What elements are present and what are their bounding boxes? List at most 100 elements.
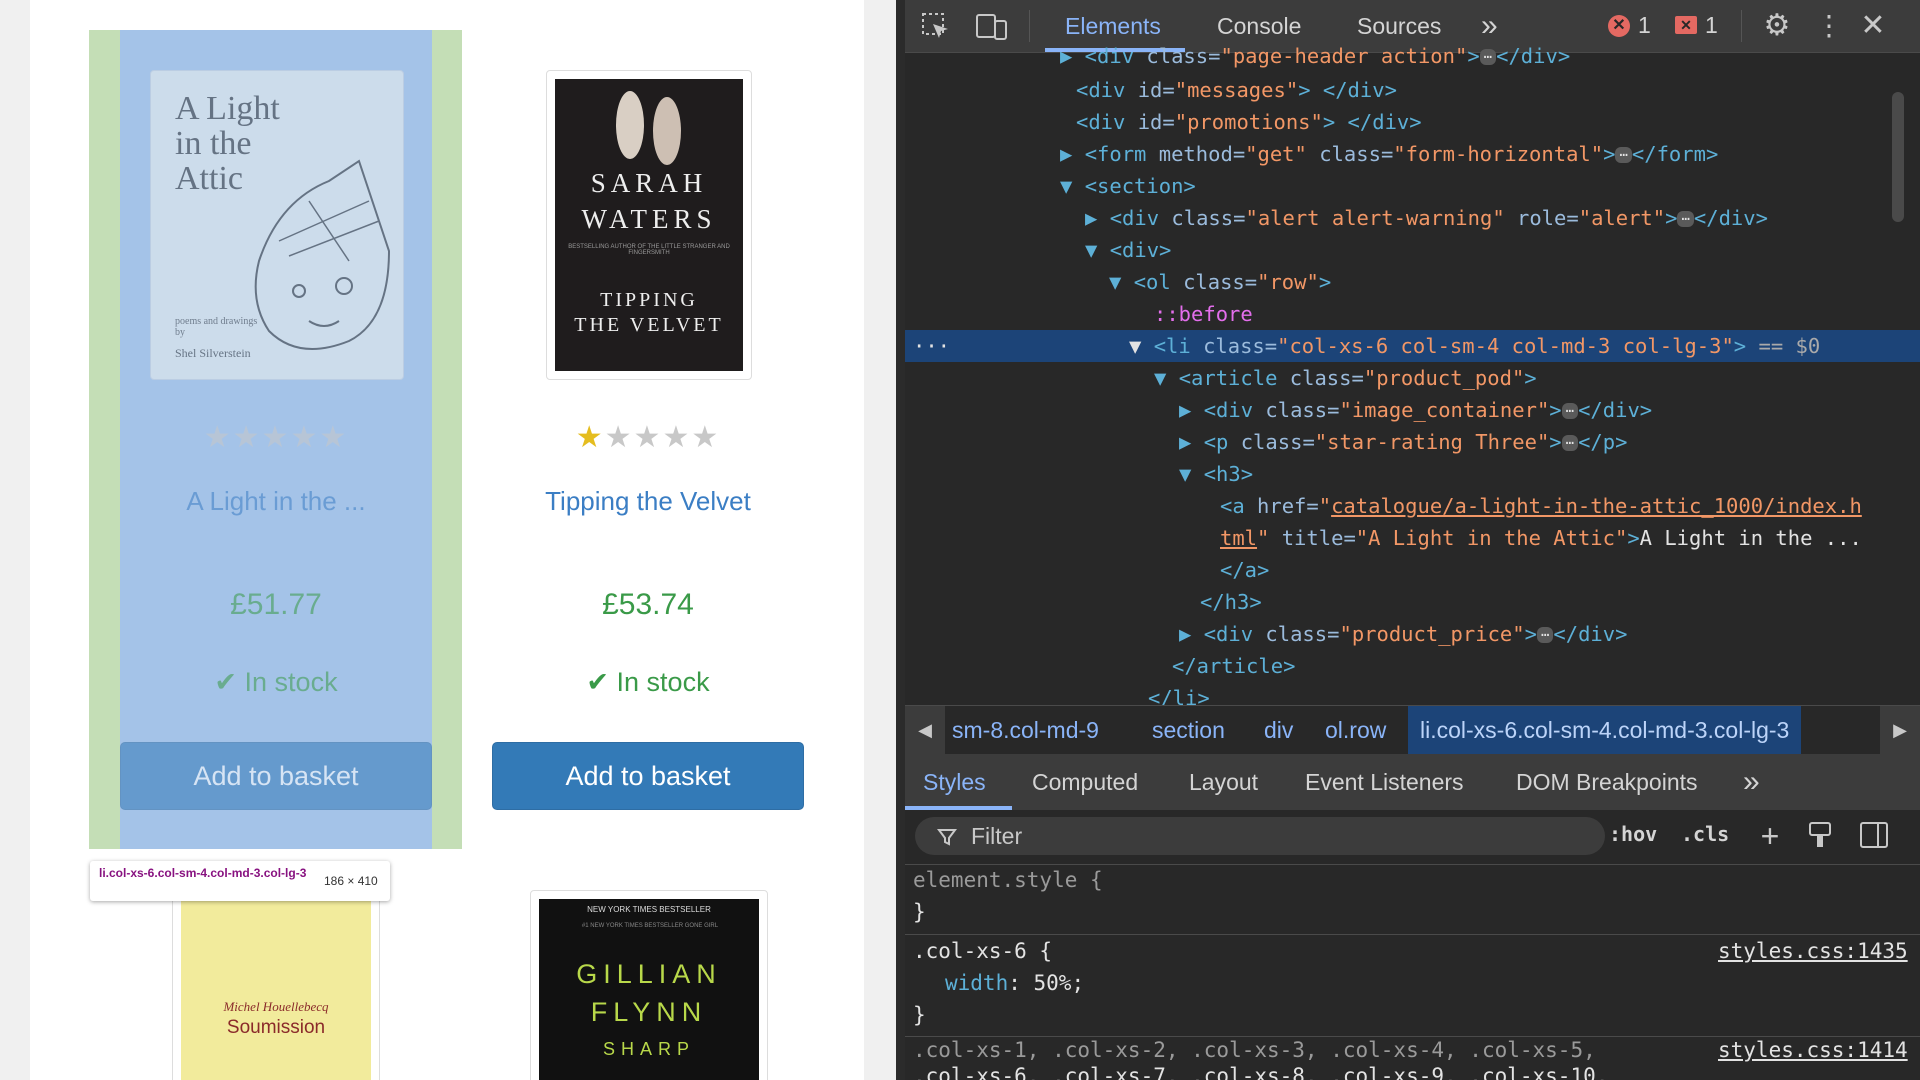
breadcrumb-item-selected[interactable]: li.col-xs-6.col-sm-4.col-md-3.col-lg-3 <box>1408 706 1802 754</box>
checkmark-icon: ✔ <box>214 667 245 697</box>
dom-node[interactable]: </h3> <box>1200 586 1262 618</box>
tab-dom-breakpoints[interactable]: DOM Breakpoints <box>1516 754 1698 810</box>
checkmark-icon: ✔ <box>586 667 617 697</box>
rule-close-brace: } <box>913 1003 926 1027</box>
devtools-panel: Elements Console Sources » ✕ 1 ✕ 1 ⚙ ⋮ ✕… <box>905 0 1920 1080</box>
cover-tagline: BESTSELLING AUTHOR OF THE LITTLE STRANGE… <box>568 244 730 256</box>
dom-node-selected[interactable]: ··· ▼ <li class="col-xs-6 col-sm-4 col-m… <box>905 330 1920 362</box>
book-cover-image[interactable]: A Light in the Attic poems and drawings … <box>150 70 404 380</box>
book-cover-image[interactable]: SARAH WATERS BESTSELLING AUTHOR OF THE L… <box>546 70 752 380</box>
cover-title-line2: THE VELVET <box>574 314 724 336</box>
more-options-icon[interactable]: ⋮ <box>1815 8 1843 44</box>
dom-node[interactable]: <div id="messages"> </div> <box>1076 74 1397 106</box>
paint-brush-icon[interactable] <box>1805 820 1835 850</box>
error-icon[interactable]: ✕ <box>1608 15 1630 37</box>
product-title-link[interactable]: Tipping the Velvet <box>492 486 804 517</box>
css-rule-selector[interactable]: .col-xs-6, .col-xs-7, .col-xs-8, .col-xs… <box>913 1060 1608 1080</box>
dom-node[interactable]: ::before <box>1154 298 1253 330</box>
cover-title-line1: TIPPING <box>600 289 698 311</box>
breadcrumb-item[interactable]: ol.row <box>1325 706 1386 754</box>
book-cover-image[interactable]: Michel Houellebecq Soumission <box>172 890 380 1080</box>
dom-node[interactable]: ▼ <h3> <box>1179 458 1253 490</box>
add-to-basket-button[interactable]: Add to basket <box>120 742 432 810</box>
dom-node[interactable]: <a href="catalogue/a-light-in-the-attic_… <box>1220 490 1862 522</box>
breadcrumb-item[interactable]: section <box>1152 706 1225 754</box>
dom-node[interactable]: tml" title="A Light in the Attic">A Ligh… <box>1220 522 1862 554</box>
dom-node[interactable]: ▶ <p class="star-rating Three">… </p> <box>1179 426 1627 458</box>
styles-filter-bar: Filter :hov .cls + <box>905 810 1920 865</box>
book-cover-image[interactable]: NEW YORK TIMES BESTSELLER #1 NEW YORK TI… <box>530 890 768 1080</box>
dom-tree: ▶ <div class="page-header action">… </div… <box>905 44 1920 710</box>
styles-subtabs: Styles Computed Layout Event Listeners D… <box>905 754 1920 811</box>
device-toolbar-icon[interactable] <box>975 12 1009 42</box>
dom-node[interactable]: <div id="promotions"> </div> <box>1076 106 1422 138</box>
tooltip-size: 186 × 410 <box>324 874 378 888</box>
dom-node[interactable]: ▶ <div class="page-header action">… </div… <box>1060 40 1570 72</box>
breadcrumb: ◀ sm-8.col-md-9 section div ol.row li.co… <box>905 705 1920 755</box>
tooltip-selector: li.col-xs-6.col-sm-4.col-md-3.col-lg-3 <box>99 866 307 880</box>
cls-toggle[interactable]: .cls <box>1681 822 1729 846</box>
star-icon: ★ <box>604 421 634 454</box>
cover-author: SARAH WATERS <box>581 168 717 234</box>
product-title-link[interactable]: A Light in the ... <box>120 486 432 517</box>
star-icon: ★ <box>232 421 262 454</box>
tab-styles[interactable]: Styles <box>923 754 986 810</box>
filter-input[interactable]: Filter <box>915 817 1605 855</box>
cover-top-label: NEW YORK TIMES BESTSELLER <box>587 905 711 914</box>
cover-title: SHARP <box>602 1039 695 1059</box>
tab-layout[interactable]: Layout <box>1189 754 1258 810</box>
inspect-tooltip: li.col-xs-6.col-sm-4.col-md-3.col-lg-3 1… <box>90 861 390 901</box>
add-rule-icon[interactable]: + <box>1753 818 1787 854</box>
css-rule-selector[interactable]: .col-xs-6 { <box>913 935 1052 967</box>
toolbar-divider <box>1029 10 1030 42</box>
dom-node[interactable]: ▶ <form method="get" class="form-horizon… <box>1060 138 1718 170</box>
inspect-element-icon[interactable] <box>921 12 951 42</box>
cover-author-first: GILLIAN <box>576 959 722 989</box>
dom-scrollbar[interactable] <box>1892 92 1904 222</box>
issues-count[interactable]: 1 <box>1705 12 1718 39</box>
dom-node[interactable]: ▼ <article class="product_pod"> <box>1154 362 1537 394</box>
dom-node[interactable]: </article> <box>1172 650 1295 682</box>
dom-node[interactable]: </a> <box>1220 554 1269 586</box>
page-viewport: A Light in the Attic poems and drawings … <box>0 0 902 1080</box>
product-price: £51.77 <box>230 588 322 621</box>
star-icon: ★ <box>290 421 320 454</box>
element-style-rule[interactable]: element.style { <box>913 864 1103 896</box>
filter-placeholder: Filter <box>971 823 1023 849</box>
close-icon[interactable]: ✕ <box>1855 8 1891 44</box>
css-declaration[interactable]: width: 50%; <box>945 967 1084 999</box>
stylesheet-link[interactable]: styles.css:1414 <box>1718 1034 1908 1066</box>
dom-node[interactable]: ▶ <div class="image_container">… </div> <box>1179 394 1652 426</box>
cover-sub-label: #1 NEW YORK TIMES BESTSELLER GONE GIRL <box>581 923 719 929</box>
add-to-basket-button[interactable]: Add to basket <box>492 742 804 810</box>
breadcrumb-item[interactable]: div <box>1264 706 1293 754</box>
hov-toggle[interactable]: :hov <box>1609 822 1657 846</box>
dom-node[interactable]: ▼ <div> <box>1085 234 1171 266</box>
toggle-sidebar-icon[interactable] <box>1859 820 1889 850</box>
cover-illustration <box>616 91 681 165</box>
tab-computed[interactable]: Computed <box>1032 754 1138 810</box>
chevron-right-icon[interactable]: ▶ <box>1880 706 1920 754</box>
star-icon: ★ <box>662 421 692 454</box>
dom-node[interactable]: ▶ <div class="product_price">… </div> <box>1179 618 1627 650</box>
cover-title: Soumission <box>226 1017 326 1038</box>
star-icon: ★ <box>203 421 233 454</box>
more-tabs-icon[interactable]: » <box>1743 754 1760 810</box>
cover-author-last: FLYNN <box>590 997 708 1027</box>
product-card: SARAH WATERS BESTSELLING AUTHOR OF THE L… <box>492 0 804 849</box>
tab-event-listeners[interactable]: Event Listeners <box>1305 754 1464 810</box>
breadcrumb-item[interactable]: sm-8.col-md-9 <box>952 706 1099 754</box>
error-count[interactable]: 1 <box>1638 12 1651 39</box>
dom-node[interactable]: ▶ <div class="alert alert-warning" role=… <box>1085 202 1768 234</box>
dom-node[interactable]: ▼ <section> <box>1060 170 1196 202</box>
panel-splitter[interactable] <box>896 0 905 1080</box>
stylesheet-link[interactable]: styles.css:1435 <box>1718 935 1908 967</box>
star-rating: ★★★★★ <box>120 420 432 455</box>
dom-node[interactable]: ▼ <ol class="row"> <box>1109 266 1331 298</box>
settings-gear-icon[interactable]: ⚙ <box>1759 8 1795 44</box>
star-icon: ★ <box>633 421 663 454</box>
availability: ✔ In stock <box>214 667 338 697</box>
star-rating: ★★★★★ <box>492 420 804 455</box>
issues-icon[interactable]: ✕ <box>1675 16 1697 34</box>
chevron-left-icon[interactable]: ◀ <box>905 706 945 754</box>
